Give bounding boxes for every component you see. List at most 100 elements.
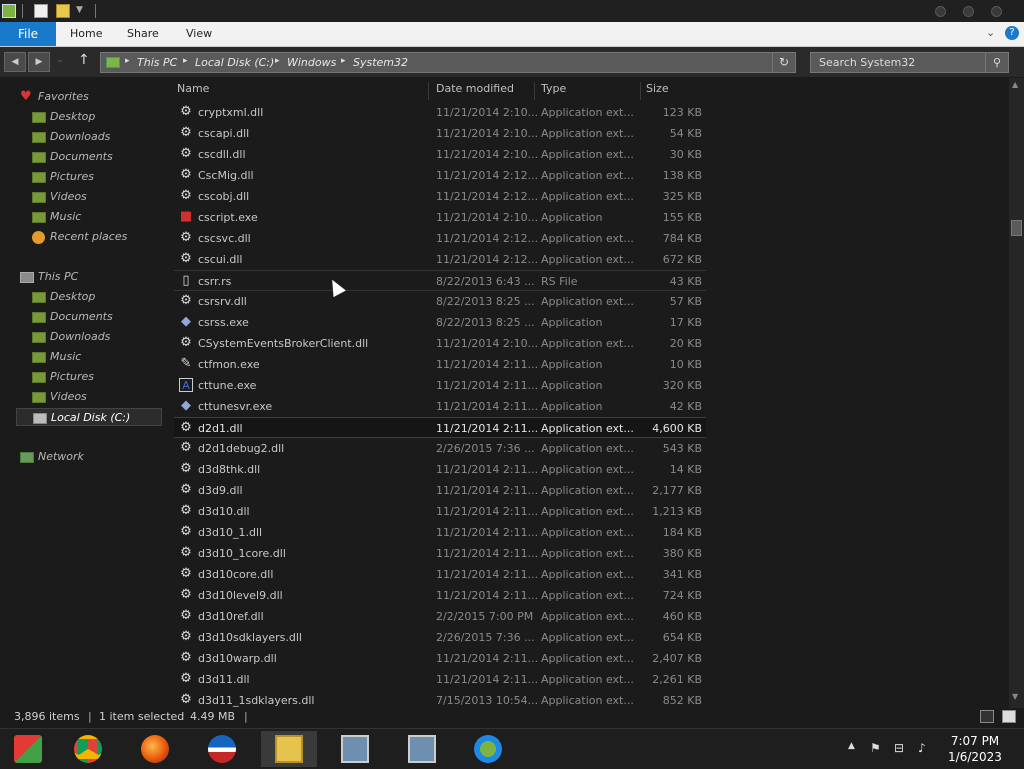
customize-toolbar-icon[interactable]: ▼ [76,5,83,15]
file-row[interactable]: ⚙ CscMig.dll 11/21/2014 2:12... Application… [174,165,706,186]
nav-pc-pictures[interactable]: Pictures [32,368,94,386]
file-row[interactable]: ⚙ cscsvc.dll 11/21/2014 2:12... Application… [174,228,706,249]
file-row[interactable]: ⚙ d2d1debug2.dll 2/26/2015 7:36 ... Applica… [174,438,706,459]
file-row[interactable]: ⚙ cscapi.dll 11/21/2014 2:10... Application… [174,123,706,144]
scroll-up-icon[interactable]: ▲ [1012,80,1018,89]
tab-file[interactable]: File [0,22,56,46]
vertical-scrollbar[interactable]: ▲ ▼ [1009,78,1024,708]
file-row[interactable]: ⚙ d3d10core.dll 11/21/2014 2:11... Applicat… [174,564,706,585]
column-name[interactable]: Name [177,82,209,98]
minimize-button[interactable] [935,6,946,17]
nav-fav-pictures[interactable]: Pictures [32,168,94,186]
file-row[interactable]: Acttune.exe 11/21/2014 2:11... Application… [174,375,706,396]
search-box[interactable]: Search System32 ⚲ [810,52,1009,73]
nav-pc-downloads[interactable]: Downloads [32,328,110,346]
volume-icon[interactable]: ♪ [918,741,926,755]
file-row[interactable]: ⚙ d3d10level9.dll 11/21/2014 2:11... Applic… [174,585,706,606]
properties-icon[interactable] [34,4,48,18]
chevron-right-icon[interactable]: ▸ [341,56,346,66]
flag-icon[interactable]: ⚑ [870,741,881,755]
file-row[interactable]: ■ cscript.exe 11/21/2014 2:10... Applicatio… [174,207,706,228]
file-row[interactable]: ⚙ csrsrv.dll 8/22/2013 8:25 ... Application… [174,291,706,312]
column-divider[interactable] [534,82,535,100]
nav-pc-local-disk[interactable]: Local Disk (C:) [16,408,162,426]
maximize-button[interactable] [963,6,974,17]
network-status-icon[interactable]: ⊟ [894,741,904,755]
recent-locations-icon[interactable]: ⌄ [56,55,64,65]
up-arrow-icon[interactable]: ↑ [78,52,90,68]
file-row[interactable]: ⚙ d3d9.dll 11/21/2014 2:11... Application e… [174,480,706,501]
help-icon[interactable]: ? [1005,26,1019,40]
nav-favorites[interactable]: ♥ Favorites [20,88,89,106]
file-row[interactable]: ⚙ d3d10warp.dll 11/21/2014 2:11... Applicat… [174,648,706,669]
file-row[interactable]: ⚙ cscdll.dll 11/21/2014 2:10... Application… [174,144,706,165]
taskbar-chrome[interactable] [60,731,116,767]
search-icon[interactable]: ⚲ [985,53,1008,72]
breadcrumb-system32[interactable]: System32 [353,56,408,69]
nav-fav-recent[interactable]: Recent places [32,228,127,246]
file-row[interactable]: ⚙ d3d10_1.dll 11/21/2014 2:11... Applicatio… [174,522,706,543]
breadcrumb-windows[interactable]: Windows [287,56,336,69]
quick-access-folder-icon[interactable] [2,4,16,18]
nav-pc-music[interactable]: Music [32,348,81,366]
file-row[interactable]: ⚙ CSystemEventsBrokerClient.dll 11/21/2014… [174,333,706,354]
taskbar-firefox[interactable] [127,731,183,767]
nav-this-pc[interactable]: This PC [20,268,78,286]
column-size[interactable]: Size [646,82,669,98]
file-row[interactable]: ⚙ d3d11.dll 11/21/2014 2:11... Application … [174,669,706,690]
details-view-icon[interactable] [980,710,994,723]
nav-network[interactable]: Network [20,448,84,466]
file-row[interactable]: ⚙ d3d10_1core.dll 11/21/2014 2:11... Applic… [174,543,706,564]
file-row[interactable]: ⚙ d3d11_1sdklayers.dll 7/15/2013 10:54... A… [174,690,706,708]
taskbar-file-explorer[interactable] [261,731,317,767]
scroll-down-icon[interactable]: ▼ [1012,692,1018,701]
nav-pc-videos[interactable]: Videos [32,388,87,406]
nav-fav-desktop[interactable]: Desktop [32,108,95,126]
taskbar-app[interactable] [194,731,250,767]
show-hidden-icons[interactable]: ▲ [848,741,855,751]
address-bar[interactable]: ▸ This PC ▸ Local Disk (C:) ▸ Windows ▸ … [100,52,796,73]
nav-fav-documents[interactable]: Documents [32,148,113,166]
taskbar-network-tool[interactable] [327,731,383,767]
column-divider[interactable] [428,82,429,100]
chevron-right-icon[interactable]: ▸ [275,56,280,66]
tab-home[interactable]: Home [70,22,102,46]
nav-fav-videos[interactable]: Videos [32,188,87,206]
file-row[interactable]: ⚙ cryptxml.dll 11/21/2014 2:10... Applicati… [174,102,706,123]
file-row[interactable]: ✎ ctfmon.exe 11/21/2014 2:11... Application… [174,354,706,375]
file-row[interactable]: ⚙ d3d10.dll 11/21/2014 2:11... Application … [174,501,706,522]
chevron-down-icon[interactable]: ⌄ [986,26,995,39]
back-button[interactable]: ◀ [4,52,26,72]
file-row[interactable]: ⚙ d3d10sdklayers.dll 2/26/2015 7:36 ... App… [174,627,706,648]
scroll-thumb[interactable] [1011,220,1022,236]
forward-button[interactable]: ▶ [28,52,50,72]
file-row[interactable]: ⚙ cscui.dll 11/21/2014 2:12... Application … [174,249,706,270]
file-row[interactable]: ⚙ cscobj.dll 11/21/2014 2:12... Application… [174,186,706,207]
nav-pc-desktop[interactable]: Desktop [32,288,95,306]
column-date[interactable]: Date modified [436,82,514,98]
file-row[interactable]: ⚙ d3d8thk.dll 11/21/2014 2:11... Applicatio… [174,459,706,480]
new-folder-icon[interactable] [56,4,70,18]
refresh-icon[interactable]: ↻ [772,53,795,72]
taskbar-users[interactable] [460,731,516,767]
nav-pc-documents[interactable]: Documents [32,308,113,326]
chevron-right-icon[interactable]: ▸ [183,56,188,66]
large-icons-view-icon[interactable] [1002,710,1016,723]
file-row[interactable]: ⚙ d2d1.dll 11/21/2014 2:11... Application e… [174,417,706,438]
tab-share[interactable]: Share [127,22,159,46]
column-divider[interactable] [640,82,641,100]
column-type[interactable]: Type [541,82,566,98]
search-input[interactable]: Search System32 [819,56,915,69]
file-row[interactable]: ⚙ d3d10ref.dll 2/2/2015 7:00 PM Application… [174,606,706,627]
file-row[interactable]: ▯ csrr.rs 8/22/2013 6:43 ... RS File 43 KB [174,270,706,291]
breadcrumb-this-pc[interactable]: This PC [137,56,177,69]
clock[interactable]: 7:07 PM 1/6/2023 [940,733,1010,765]
tab-view[interactable]: View [186,22,212,46]
file-row[interactable]: ◆ csrss.exe 8/22/2013 8:25 ... Application 1… [174,312,706,333]
nav-fav-downloads[interactable]: Downloads [32,128,110,146]
close-button[interactable] [991,6,1002,17]
chevron-right-icon[interactable]: ▸ [125,56,130,66]
taskbar-network-tool2[interactable] [394,731,450,767]
breadcrumb-local-disk[interactable]: Local Disk (C:) [195,56,274,69]
start-button[interactable] [0,731,56,767]
